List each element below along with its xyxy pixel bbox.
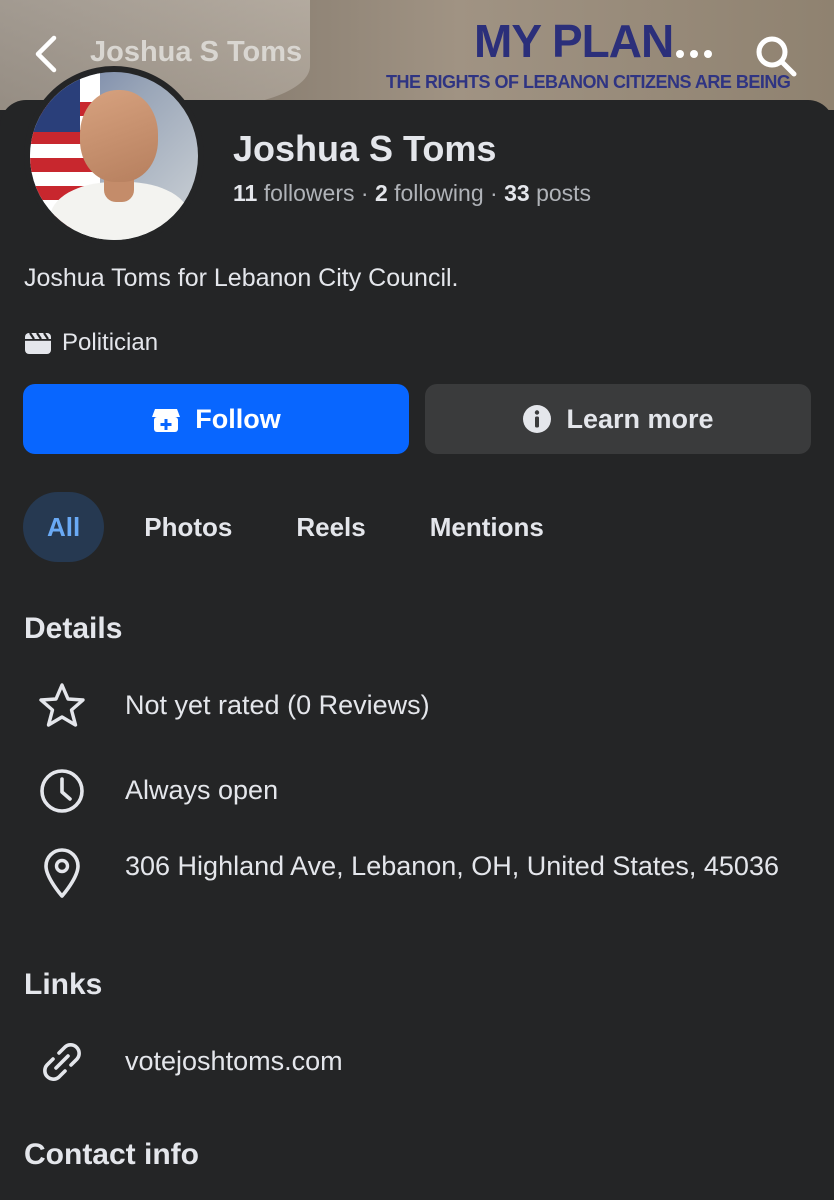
location-pin-icon: [44, 848, 80, 898]
category-label: Politician: [62, 329, 159, 356]
info-icon: [523, 405, 552, 433]
search-button[interactable]: [752, 32, 800, 80]
profile-bio: Joshua Toms for Lebanon City Council.: [24, 264, 459, 292]
avatar-photo: [30, 72, 198, 240]
website-link[interactable]: votejoshtoms.com: [125, 1044, 343, 1078]
follow-button-label: Follow: [195, 403, 281, 434]
learn-more-button[interactable]: Learn more: [425, 384, 811, 454]
followers-count[interactable]: 11: [233, 180, 257, 206]
links-heading: Links: [24, 968, 103, 1001]
details-heading: Details: [24, 612, 123, 645]
tab-all[interactable]: All: [23, 492, 105, 562]
tab-mentions[interactable]: Mentions: [406, 492, 568, 562]
clapperboard-icon: [25, 332, 51, 354]
learn-more-label: Learn more: [566, 403, 714, 434]
more-options-button[interactable]: [672, 30, 716, 74]
more-horizontal-icon: [676, 50, 712, 58]
hours-text: Always open: [125, 775, 279, 805]
tab-photos[interactable]: Photos: [120, 492, 256, 562]
followers-label[interactable]: followers: [264, 180, 355, 206]
search-icon: [756, 36, 797, 77]
back-button[interactable]: [30, 32, 70, 76]
rating-text: Not yet rated (0 Reviews): [125, 690, 430, 720]
website-row[interactable]: votejoshtoms.com: [36, 1036, 804, 1088]
address-row[interactable]: 306 Highland Ave, Lebanon, OH, United St…: [36, 847, 804, 899]
follow-button[interactable]: Follow: [23, 384, 409, 454]
following-count[interactable]: 2: [375, 180, 388, 206]
posts-count: 33: [504, 180, 530, 206]
profile-name: Joshua S Toms: [233, 128, 497, 169]
follow-page-icon: [152, 409, 181, 432]
chevron-left-icon: [35, 35, 57, 73]
hours-row: Always open: [36, 765, 804, 817]
address-text: 306 Highland Ave, Lebanon, OH, United St…: [125, 851, 779, 881]
contact-info-heading: Contact info: [24, 1138, 199, 1171]
clock-icon: [40, 769, 84, 813]
profile-tabs: All Photos Reels Mentions: [23, 492, 584, 562]
profile-stats: 11 followers · 2 following · 33 posts: [233, 180, 591, 207]
profile-category: Politician: [24, 328, 158, 358]
tab-reels[interactable]: Reels: [272, 492, 389, 562]
stats-separator: ·: [360, 180, 369, 206]
profile-avatar[interactable]: [24, 66, 204, 246]
link-icon: [43, 1043, 81, 1081]
stats-separator: ·: [490, 180, 498, 206]
star-icon: [39, 683, 85, 727]
following-label[interactable]: following: [394, 180, 484, 206]
avatar-face: [80, 90, 158, 182]
rating-row[interactable]: Not yet rated (0 Reviews): [36, 680, 804, 732]
top-bar-title: Joshua S Toms: [90, 36, 303, 68]
posts-label: posts: [536, 180, 592, 206]
